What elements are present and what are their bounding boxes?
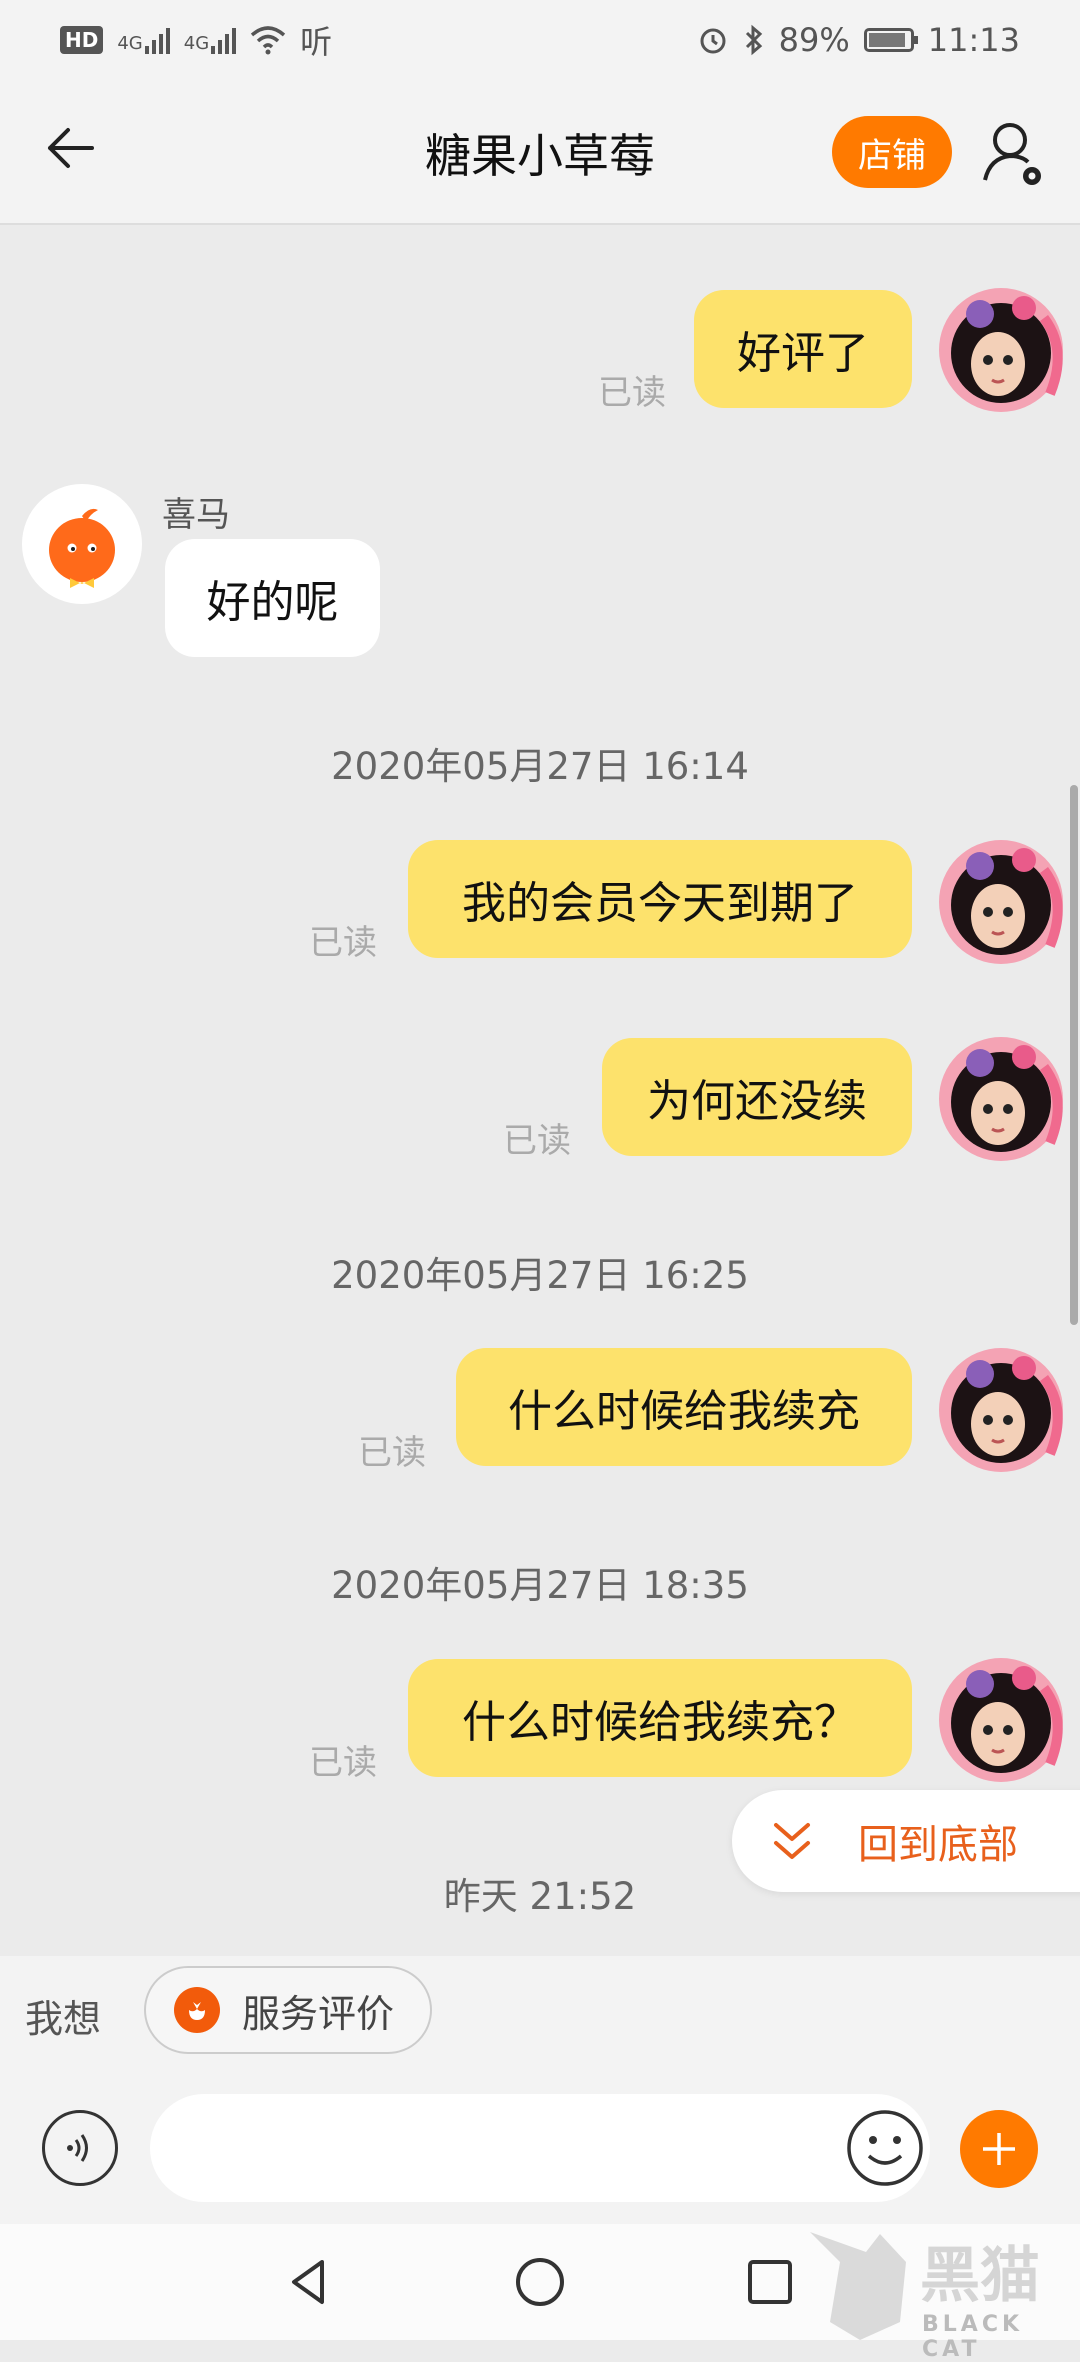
read-status: 已读 [503,1121,571,1161]
service-review-chip[interactable]: 服务评价 [144,1966,432,2054]
user-avatar[interactable] [926,278,1072,418]
read-status: 已读 [309,1743,377,1783]
clock: 11:13 [927,21,1020,59]
double-chevron-down-icon [774,1823,810,1859]
chat-scrollbar[interactable] [1070,785,1078,1325]
quick-reply-label: 我想 [25,1997,102,2041]
user-avatar[interactable] [926,1338,1072,1478]
signal-bars-icon [144,26,170,54]
message-bubble-outgoing[interactable]: 什么时候给我续充？ [408,1659,912,1777]
bluetooth-icon [745,24,762,56]
watermark: 黑猫 BLACK CAT [810,2222,1080,2362]
status-right: 89% 11:13 [697,21,1020,59]
message-timestamp: 2020年05月27日 16:14 [331,745,749,788]
status-left: HD 4G 4G 听 [60,17,332,63]
watermark-logo-text: 黑猫 [920,2241,1040,2311]
network-type-1: 4G [117,33,143,54]
shop-button[interactable]: 店铺 [832,116,952,188]
user-avatar[interactable] [926,830,1072,970]
battery-percent: 89% [778,21,850,59]
status-bar: HD 4G 4G 听 89% 11:13 [0,0,1080,80]
quick-reply-bar: 我想 服务评价 [0,1956,1080,2066]
sender-name: 喜马 [162,495,230,535]
recents-square-icon[interactable] [740,2252,800,2312]
signal-bars-icon [211,26,237,54]
battery-fill [868,33,905,47]
flower-icon [174,1987,220,2033]
wifi-icon [251,26,286,55]
message-bubble-outgoing[interactable]: 为何还没续 [602,1038,912,1156]
message-timestamp: 2020年05月27日 16:25 [331,1254,749,1297]
profile-settings-icon[interactable] [980,116,1050,196]
plus-icon [983,2133,1015,2165]
voice-wave-icon [67,2134,88,2162]
back-to-bottom-label: 回到底部 [858,1822,1018,1868]
voice-input-button[interactable] [42,2110,118,2186]
signal-1: 4G [117,26,170,54]
user-avatar[interactable] [926,1648,1072,1788]
read-status: 已读 [598,373,666,413]
chat-header: 糖果小草莓 店铺 [0,80,1080,225]
status-extra-label: 听 [300,23,333,61]
hd-badge: HD [60,26,104,54]
back-to-bottom-button[interactable]: 回到底部 [732,1790,1080,1892]
read-status: 已读 [358,1433,426,1473]
watermark-text: BLACK CAT [922,2312,1024,2362]
seller-avatar[interactable] [22,484,142,604]
network-type-2: 4G [183,33,210,54]
emoji-icon[interactable] [845,2108,925,2188]
alarm-icon [700,28,726,54]
signal-2: 4G [183,26,237,54]
message-input-bar [0,2066,1080,2224]
home-circle-icon[interactable] [510,2252,570,2312]
message-input[interactable] [150,2094,930,2202]
more-options-button[interactable] [960,2110,1038,2188]
orange-mascot-icon [49,508,115,588]
message-bubble-outgoing[interactable]: 我的会员今天到期了 [408,840,912,958]
read-status: 已读 [309,923,377,963]
service-review-label: 服务评价 [242,1991,395,2036]
message-timestamp: 2020年05月27日 18:35 [331,1564,749,1607]
message-bubble-incoming[interactable]: 好的呢 [165,539,380,657]
battery-icon [863,28,918,52]
back-arrow-icon[interactable] [40,118,100,178]
message-bubble-outgoing[interactable]: 什么时候给我续充 [456,1348,912,1466]
user-avatar[interactable] [926,1027,1072,1167]
back-triangle-icon[interactable] [280,2252,340,2312]
message-bubble-outgoing[interactable]: 好评了 [694,290,912,408]
